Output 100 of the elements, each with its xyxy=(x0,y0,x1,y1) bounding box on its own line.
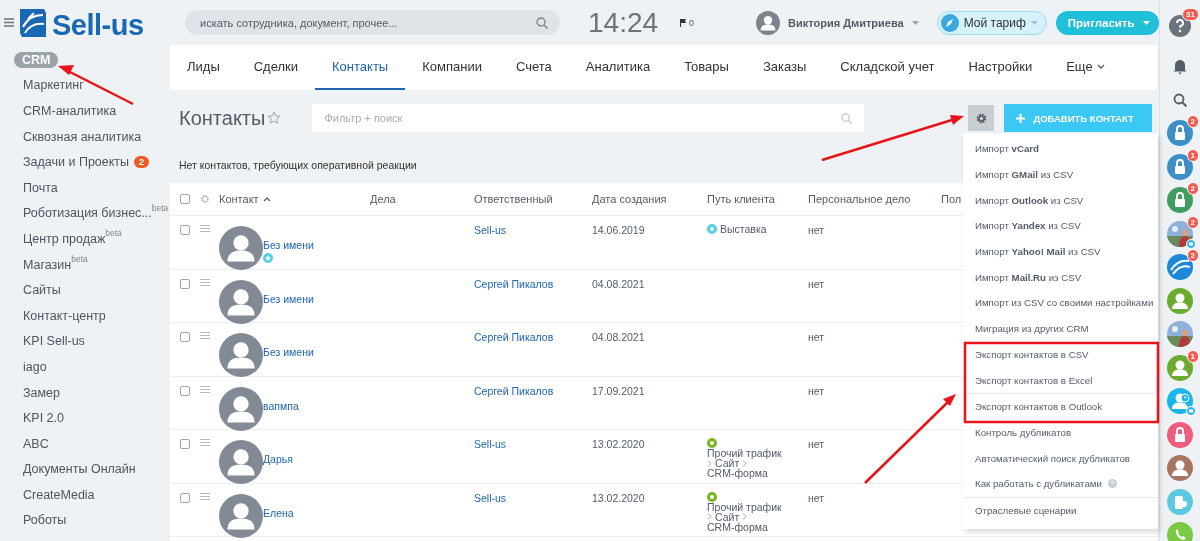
tab[interactable]: Контакты xyxy=(315,45,406,90)
menu-item[interactable]: Миграция из других CRM xyxy=(975,323,1089,335)
lock-avatar-icon[interactable] xyxy=(1167,421,1193,448)
checkbox[interactable] xyxy=(180,439,190,449)
responsible-link[interactable]: Sell-us xyxy=(474,491,507,504)
contact-name[interactable]: Без имени xyxy=(263,346,314,358)
sidebar-item[interactable]: Роботы xyxy=(23,513,67,528)
search-field[interactable]: искать сотрудника, документ, прочее... xyxy=(185,10,560,35)
menu-item[interactable]: Импорт из CSV со своими настройками xyxy=(975,297,1154,309)
sidebar-item[interactable]: Задачи и Проекты xyxy=(23,155,130,170)
tab[interactable]: Настройки xyxy=(951,45,1050,90)
drag-handle-icon[interactable] xyxy=(200,492,210,500)
contact-name[interactable]: Без имени xyxy=(263,239,314,251)
menu-item[interactable]: Импорт Outlook из CSV xyxy=(975,194,1084,206)
filter-field[interactable]: Фильтр + поиск xyxy=(312,104,865,132)
checkbox[interactable] xyxy=(180,385,190,396)
menu-item[interactable]: Импорт Mail.Ru из CSV xyxy=(975,271,1082,283)
contact-name[interactable]: вапмпа xyxy=(263,399,299,412)
drag-handle-icon[interactable] xyxy=(200,278,210,286)
column-header[interactable]: Дела xyxy=(370,193,396,205)
person-clock-icon[interactable] xyxy=(1167,388,1193,414)
menu-item[interactable]: Автоматический поиск дубликатов xyxy=(975,452,1130,464)
call-icon[interactable] xyxy=(1167,522,1193,541)
sidebar-item[interactable]: Сквозная аналитика xyxy=(23,129,142,144)
column-header[interactable]: Путь клиента xyxy=(707,193,775,205)
menu-item[interactable]: Экспорт контактов в Outlook xyxy=(975,401,1103,413)
tab[interactable]: Счета xyxy=(498,45,569,90)
drag-handle-icon[interactable] xyxy=(200,225,210,232)
sidebar-item[interactable]: KPI Sell-us xyxy=(23,334,85,349)
person-avatar-icon[interactable] xyxy=(1167,354,1193,381)
menu-item[interactable]: Контроль дубликатов xyxy=(975,426,1072,438)
checkbox[interactable] xyxy=(180,225,190,235)
responsible-link[interactable]: Сергей Пикалов xyxy=(474,277,554,290)
menu-item[interactable]: Отраслевые сценарии xyxy=(975,504,1077,516)
responsible-link[interactable]: Сергей Пикалов xyxy=(474,331,554,343)
column-header[interactable]: Персональное дело xyxy=(808,193,911,205)
tab[interactable]: Сделки xyxy=(236,45,316,90)
sidebar-item[interactable]: KPI 2.0 xyxy=(23,411,64,426)
logo-avatar-icon[interactable] xyxy=(1167,254,1193,280)
tab[interactable]: Заказы xyxy=(745,45,824,90)
lock-avatar-icon[interactable] xyxy=(1167,120,1193,146)
settings-icon[interactable] xyxy=(200,194,210,204)
help-icon[interactable] xyxy=(1167,13,1193,39)
tab[interactable]: Товары xyxy=(667,45,746,90)
person-avatar-icon[interactable] xyxy=(1167,455,1193,481)
phone-cloud-icon[interactable] xyxy=(1167,488,1193,515)
menu-item[interactable]: Импорт GMail из CSV xyxy=(975,169,1074,181)
contact-name[interactable]: Без имени xyxy=(263,292,314,305)
tab[interactable]: Компании xyxy=(405,45,499,90)
user-avatar-icon[interactable] xyxy=(756,10,781,35)
date-cell: 13.02.2020 xyxy=(592,491,645,504)
column-header[interactable]: Пол xyxy=(941,193,962,205)
menu-item[interactable]: Как работать с дубликатами xyxy=(975,478,1102,490)
column-header[interactable]: Дата создания xyxy=(592,193,667,205)
menu-icon[interactable] xyxy=(4,18,14,27)
user-name[interactable]: Виктория Дмитриева xyxy=(788,16,904,29)
menu-item[interactable]: Импорт vCard xyxy=(975,143,1040,155)
checkbox[interactable] xyxy=(180,194,190,204)
sidebar-item[interactable]: Маркетинг xyxy=(23,78,84,93)
sidebar-item[interactable]: Замер xyxy=(23,385,60,400)
tab[interactable]: Еще xyxy=(1049,45,1122,90)
menu-item[interactable]: Экспорт контактов в CSV xyxy=(975,348,1089,360)
settings-button[interactable] xyxy=(968,105,995,131)
sidebar-item[interactable]: ABC xyxy=(23,436,49,451)
menu-item[interactable]: Импорт Yandex из CSV xyxy=(975,220,1081,232)
responsible-link[interactable]: Sell-us xyxy=(474,224,507,236)
tab[interactable]: Лиды xyxy=(170,45,237,90)
checkbox[interactable] xyxy=(180,332,190,342)
tab[interactable]: Аналитика xyxy=(568,45,668,90)
checkbox[interactable] xyxy=(180,492,190,503)
sidebar-item[interactable]: Почта xyxy=(23,180,58,195)
person-avatar-icon[interactable] xyxy=(1167,287,1193,314)
sidebar-item[interactable]: CreateMedia xyxy=(23,487,95,502)
sidebar-item[interactable]: Контакт-центр xyxy=(23,308,106,323)
chevron-icon xyxy=(742,513,748,520)
personal-cell: нет xyxy=(808,224,825,236)
sidebar-item[interactable]: iago xyxy=(23,359,47,374)
column-header[interactable]: Контакт xyxy=(219,193,259,205)
drag-handle-icon[interactable] xyxy=(200,385,210,393)
lock-avatar-icon[interactable] xyxy=(1167,153,1193,180)
sidebar-item[interactable]: Центр продаж xyxy=(23,231,106,246)
lock-avatar-icon[interactable] xyxy=(1167,187,1193,213)
responsible-link[interactable]: Sell-us xyxy=(474,438,507,450)
drag-handle-icon[interactable] xyxy=(200,332,210,339)
contact-name[interactable]: Елена xyxy=(263,506,294,519)
sidebar-item[interactable]: CRM-аналитика xyxy=(23,104,117,118)
responsible-link[interactable]: Сергей Пикалов xyxy=(474,384,554,397)
contact-name[interactable]: Дарья xyxy=(263,453,293,465)
sidebar-item[interactable]: Документы Онлайн xyxy=(23,462,136,477)
star-icon[interactable] xyxy=(267,111,282,125)
tariff-button[interactable]: Мой тариф xyxy=(936,10,1047,35)
menu-item[interactable]: Экспорт контактов в Excel xyxy=(975,374,1093,386)
sidebar-item[interactable]: Сайты xyxy=(23,283,61,298)
tab[interactable]: Складской учет xyxy=(823,45,952,90)
checkbox[interactable] xyxy=(180,278,190,289)
menu-item[interactable]: Импорт Yahoo! Mail из CSV xyxy=(975,246,1101,258)
column-header[interactable]: Ответственный xyxy=(474,193,553,205)
sidebar-item[interactable]: Роботизация бизнес... xyxy=(23,206,152,221)
drag-handle-icon[interactable] xyxy=(200,439,210,446)
sidebar-item[interactable]: Магазин xyxy=(23,257,72,272)
